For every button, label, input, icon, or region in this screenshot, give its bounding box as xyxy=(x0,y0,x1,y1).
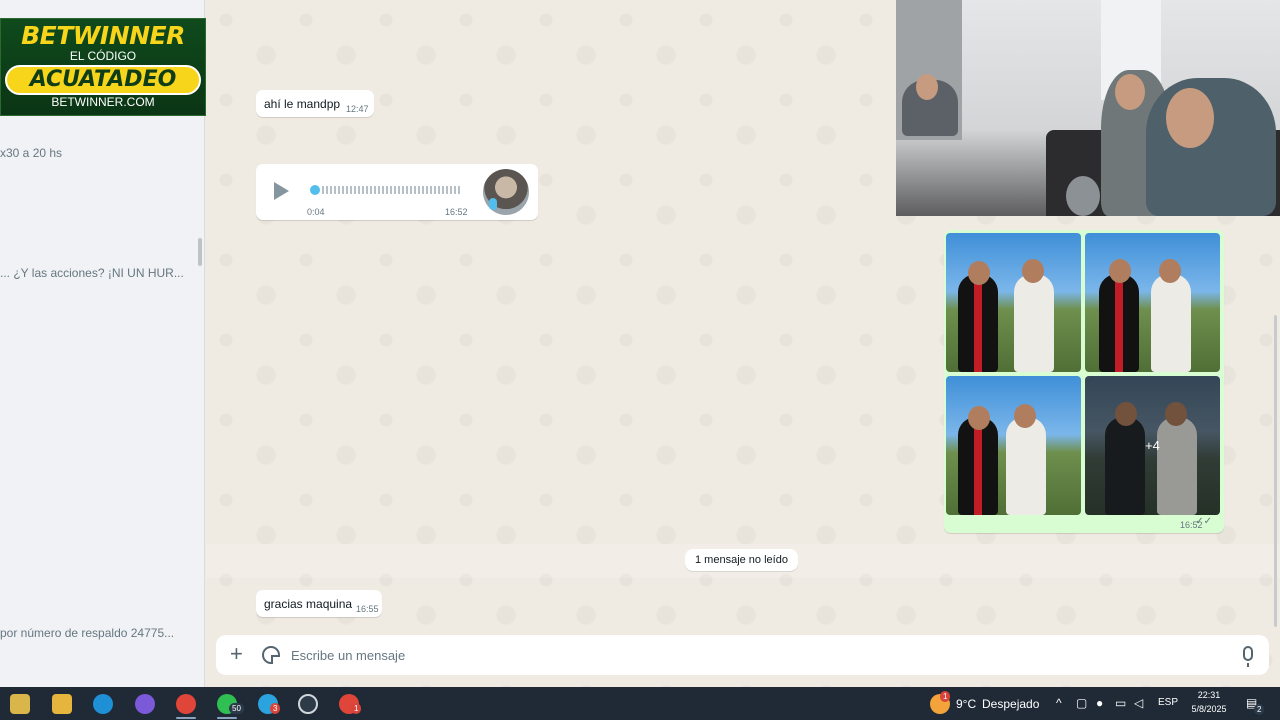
webcam-overlay xyxy=(896,0,1280,216)
album-photo[interactable] xyxy=(946,376,1081,515)
message-text: gracias maquina xyxy=(264,597,353,611)
chat-preview-snippet[interactable]: ... ¿Y las acciones? ¡NI UN HUR... xyxy=(0,266,184,280)
album-photo[interactable] xyxy=(1085,233,1220,372)
webcam-microphone xyxy=(1066,176,1100,216)
obs-icon[interactable] xyxy=(298,694,318,714)
message-composer: + xyxy=(216,635,1269,675)
sponsor-subtitle: EL CÓDIGO xyxy=(69,49,137,63)
photo-person-head xyxy=(1109,259,1131,283)
play-icon[interactable] xyxy=(274,182,289,200)
photo-person-head xyxy=(968,406,990,430)
message-text: ahí le mandpp xyxy=(264,97,341,111)
message-time: 12:47 xyxy=(346,104,369,114)
incoming-message[interactable]: ahí le mandpp 12:47 xyxy=(256,90,374,117)
telegram-badge: 3 xyxy=(270,703,281,714)
meet-now-icon[interactable]: ▢ xyxy=(1076,696,1087,710)
photo-person xyxy=(1099,274,1139,372)
incoming-message[interactable]: gracias maquina 16:55 xyxy=(256,590,382,617)
webcam-person xyxy=(1146,78,1276,216)
clock-date[interactable]: 5/8/2025 xyxy=(1186,704,1232,714)
outgoing-image-album: +4 16:52 ✓✓ xyxy=(944,230,1224,533)
photo-person-head xyxy=(968,261,990,285)
photo-person xyxy=(1014,274,1054,372)
microphone-icon xyxy=(489,198,497,210)
notifications-badge: 2 xyxy=(1254,704,1265,715)
webcam-face xyxy=(1115,74,1145,110)
message-time: 16:52 xyxy=(445,207,468,217)
active-app-indicator xyxy=(217,717,237,719)
weather-description[interactable]: Despejado xyxy=(982,697,1039,711)
sponsor-code: ACUATADEO xyxy=(5,65,201,95)
webcam-face xyxy=(1166,88,1214,148)
chat-preview-snippet[interactable]: x30 a 20 hs xyxy=(0,146,62,160)
clock-time[interactable]: 22:31 xyxy=(1186,690,1232,700)
webcam-face xyxy=(916,74,938,100)
chat-preview-snippet[interactable]: por número de respaldo 24775... xyxy=(0,626,174,640)
chat-list-scrollbar[interactable] xyxy=(198,238,202,266)
photo-person-head xyxy=(1022,259,1044,283)
playback-scrubber-handle[interactable] xyxy=(310,185,320,195)
show-hidden-icons-chevron-icon[interactable]: ^ xyxy=(1056,696,1062,710)
photo-person xyxy=(1151,274,1191,372)
chrome-icon[interactable] xyxy=(176,694,196,714)
active-app-indicator xyxy=(176,717,196,719)
weather-temperature[interactable]: 9°C xyxy=(956,697,976,711)
sponsor-brand: BETWINNER xyxy=(21,21,185,50)
webcam-person xyxy=(902,74,958,136)
chrome-badge: 1 xyxy=(351,703,362,714)
read-receipt-icon: ✓✓ xyxy=(1195,516,1212,527)
photo-person xyxy=(958,274,998,372)
photo-person-head xyxy=(1159,259,1181,283)
album-photo[interactable] xyxy=(946,233,1081,372)
more-photos-overlay[interactable]: +4 xyxy=(1085,376,1220,515)
speaker-volume-icon[interactable]: ◁ xyxy=(1134,696,1143,710)
whatsapp-badge: 50 xyxy=(229,703,244,714)
photo-person xyxy=(958,417,998,515)
network-icon[interactable]: ▭ xyxy=(1115,696,1126,710)
app-icon[interactable] xyxy=(135,694,155,714)
conversation-scrollbar[interactable] xyxy=(1274,315,1277,627)
task-view-icon[interactable] xyxy=(10,694,30,714)
edge-browser-icon[interactable] xyxy=(93,694,113,714)
file-explorer-icon[interactable] xyxy=(52,694,72,714)
album-photo-more[interactable]: +4 xyxy=(1085,376,1220,515)
unread-messages-divider: 1 mensaje no leído xyxy=(685,549,798,571)
photo-person xyxy=(1006,417,1046,515)
message-time: 16:55 xyxy=(356,604,379,614)
voice-duration: 0:04 xyxy=(307,207,325,217)
attach-plus-icon[interactable]: + xyxy=(230,643,243,665)
voice-waveform[interactable] xyxy=(322,180,462,200)
photo-person-head xyxy=(1014,404,1036,428)
sponsor-site: BETWINNER.COM xyxy=(51,95,155,109)
input-language[interactable]: ESP xyxy=(1158,697,1178,708)
voice-record-mic-icon[interactable] xyxy=(1243,646,1253,667)
sticker-icon[interactable] xyxy=(262,646,280,664)
microphone-tray-icon[interactable]: ● xyxy=(1096,696,1103,710)
sponsor-banner: BETWINNER EL CÓDIGO ACUATADEO BETWINNER.… xyxy=(0,18,206,116)
voice-message: 0:04 16:52 xyxy=(256,164,538,220)
windows-taskbar: 50 3 1 1 9°C Despejado ^ ▢ ● ▭ ◁ ESP 22:… xyxy=(0,687,1280,720)
message-input[interactable] xyxy=(291,643,1221,667)
